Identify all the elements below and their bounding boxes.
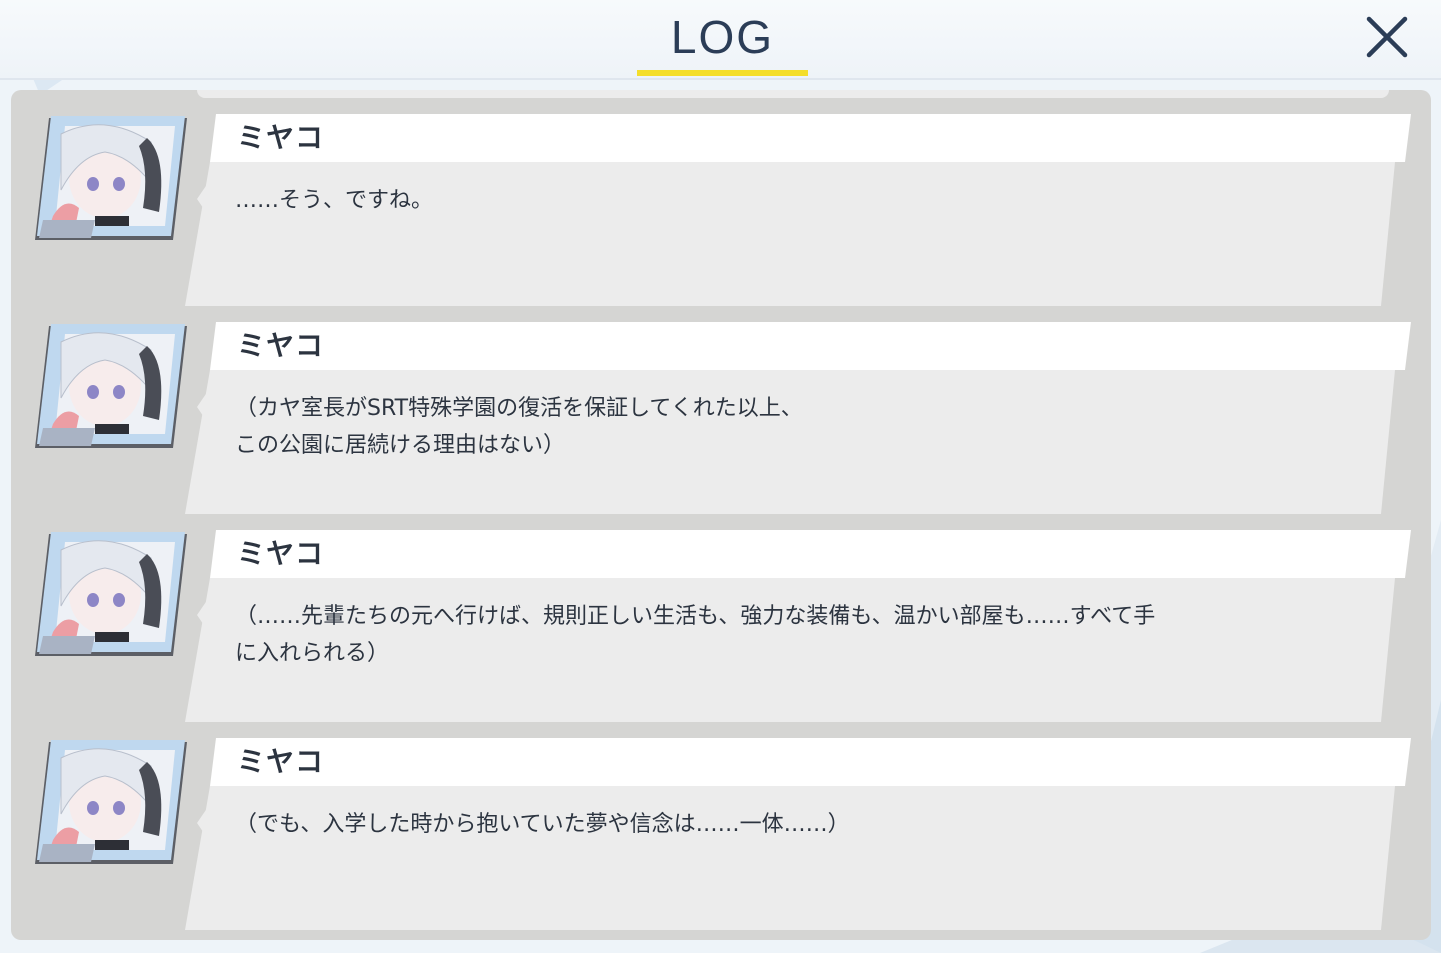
message-text: （カヤ室長がSRT特殊学園の復活を保証してくれた以上、 この公園に居続ける理由は… xyxy=(235,396,803,458)
speaker-name: ミヤコ xyxy=(237,537,325,570)
speaker-name: ミヤコ xyxy=(237,745,325,778)
log-title: LOG xyxy=(670,11,775,63)
log-header: LOG xyxy=(0,0,1441,80)
portrait-image xyxy=(35,116,187,240)
message-text: （でも、入学した時から抱いていた夢や信念は……一体……） xyxy=(235,812,850,837)
log-entry: ミヤコ （……先輩たちの元へ行けば、規則正しい生活も、強力な装備も、温かい部屋も… xyxy=(11,506,1431,722)
portrait-image xyxy=(35,740,187,864)
close-button[interactable] xyxy=(1360,10,1414,64)
message-text: ……そう、ですね。 xyxy=(235,188,434,213)
character-portrait xyxy=(35,324,187,450)
log-scroll-panel[interactable]: ミヤコ ……そう、ですね。 ミヤコ （カヤ室長がSRT特殊学園の復活を保証してく… xyxy=(11,90,1431,940)
character-portrait xyxy=(35,116,187,242)
close-x-icon xyxy=(1366,16,1408,58)
log-entry: ミヤコ （カヤ室長がSRT特殊学園の復活を保証してくれた以上、 この公園に居続け… xyxy=(11,298,1431,514)
portrait-image xyxy=(35,324,187,448)
portrait-image xyxy=(35,532,187,656)
character-portrait xyxy=(35,740,187,866)
character-portrait xyxy=(35,532,187,658)
speaker-name: ミヤコ xyxy=(237,329,325,362)
log-entry: ミヤコ ……そう、ですね。 xyxy=(11,90,1431,306)
message-text: （……先輩たちの元へ行けば、規則正しい生活も、強力な装備も、温かい部屋も……すべ… xyxy=(235,604,1156,666)
speaker-name: ミヤコ xyxy=(237,121,325,154)
title-underline xyxy=(637,70,808,76)
log-entry: ミヤコ （でも、入学した時から抱いていた夢や信念は……一体……） xyxy=(11,714,1431,930)
